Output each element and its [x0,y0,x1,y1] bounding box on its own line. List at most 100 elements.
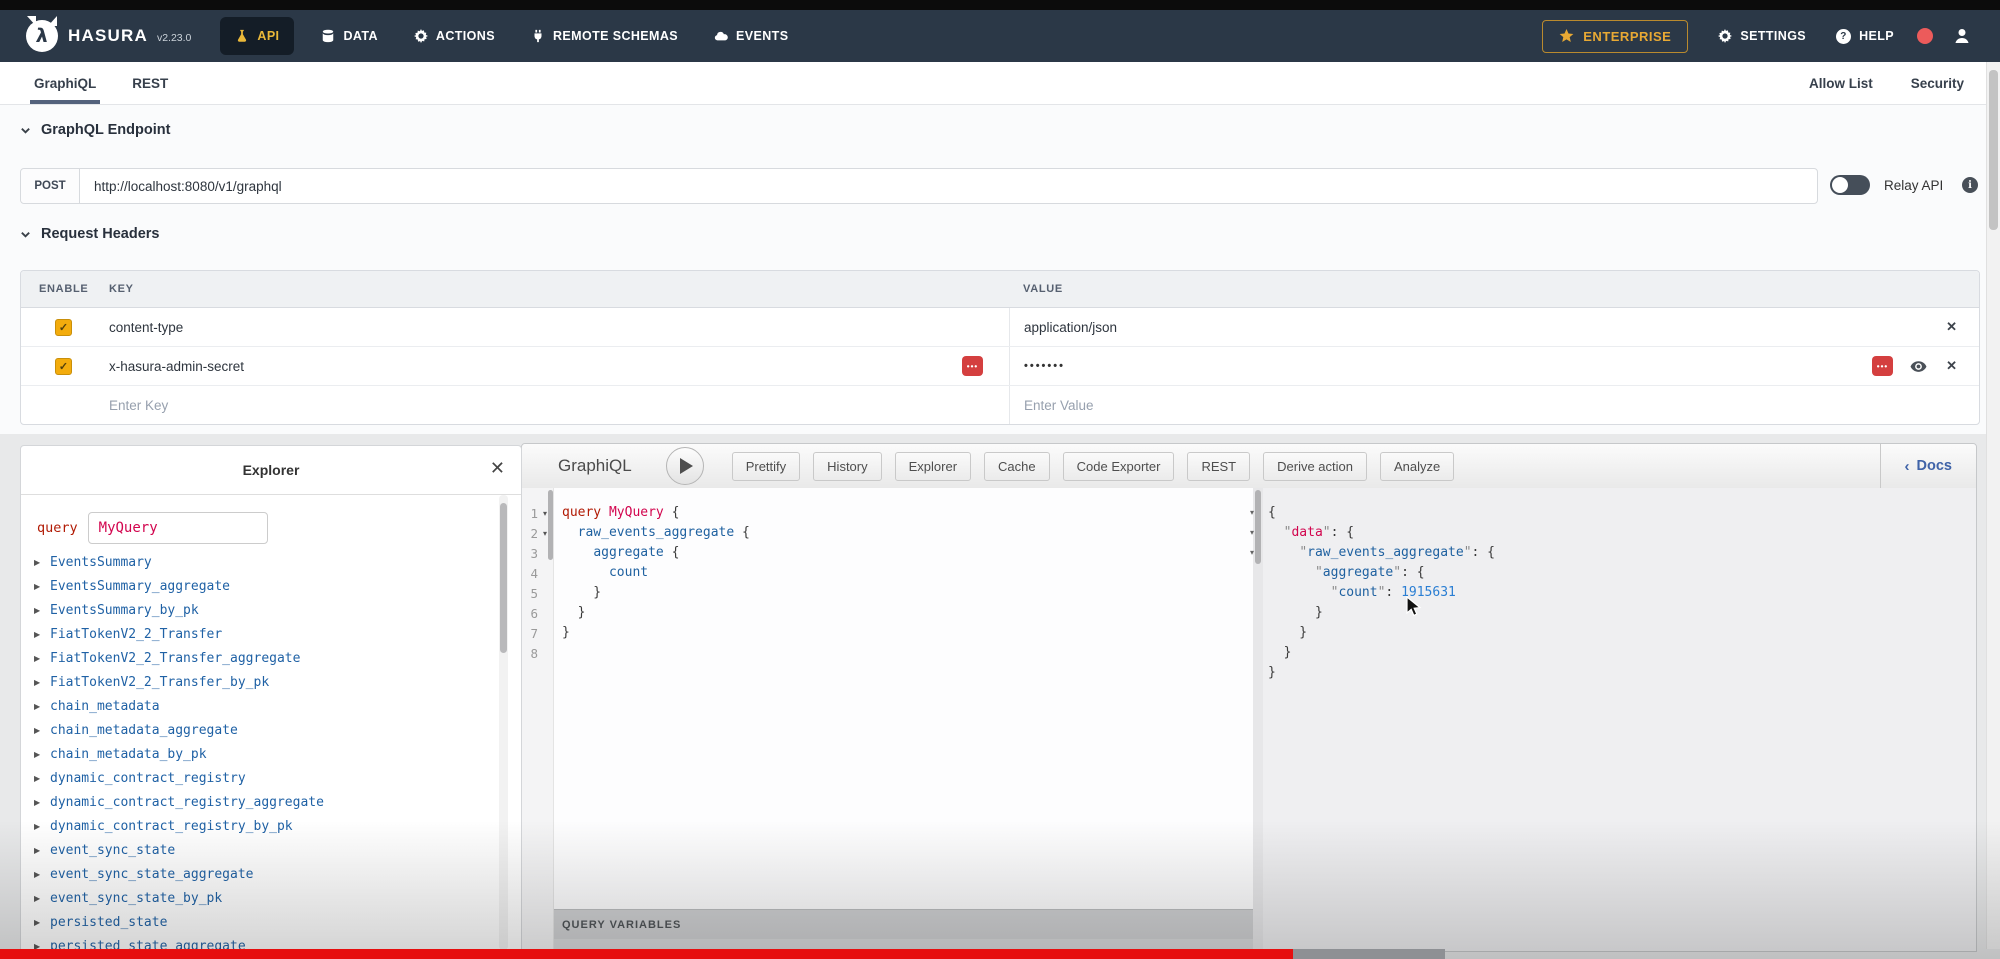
password-extension-icon[interactable]: ••• [962,356,983,376]
explorer-field-persisted_state[interactable]: ▶persisted_state [21,910,501,934]
new-value-input[interactable]: Enter Value [1009,386,1979,424]
explorer-field-EventsSummary[interactable]: ▶EventsSummary [21,550,501,574]
graphql-endpoint-section-toggle[interactable]: GraphQL Endpoint [20,122,170,138]
explorer-field-chain_metadata_by_pk[interactable]: ▶chain_metadata_by_pk [21,742,501,766]
triangle-right-icon: ▶ [34,822,50,831]
fold-arrow-icon[interactable]: ▾ [1244,543,1260,563]
enable-checkbox[interactable]: ✓ [55,358,72,375]
column-header-enable: ENABLE [21,283,89,295]
code-line: raw_events_aggregate { [562,523,1253,543]
value-cell[interactable]: ••••••••••✕ [1009,347,1979,385]
field-label: dynamic_contract_registry [50,771,246,786]
explorer-field-dynamic_contract_registry_aggregate[interactable]: ▶dynamic_contract_registry_aggregate [21,790,501,814]
link-allow-list[interactable]: Allow List [1809,62,1873,104]
toggle-knob [1832,177,1848,193]
version-label: v2.23.0 [157,32,191,44]
editor-scrollbar-thumb[interactable] [548,490,553,560]
new-header-row: Enter KeyEnter Value [21,386,1979,424]
field-label: EventsSummary_aggregate [50,579,230,594]
query-variables-bar[interactable]: QUERY VARIABLES [554,909,1253,939]
code-line: } [562,603,1253,623]
video-progress-played[interactable] [0,949,1293,959]
explorer-field-dynamic_contract_registry_by_pk[interactable]: ▶dynamic_contract_registry_by_pk [21,814,501,838]
explorer-field-FiatTokenV2_2_Transfer[interactable]: ▶FiatTokenV2_2_Transfer [21,622,501,646]
explorer-scrollbar-thumb[interactable] [500,503,507,653]
explorer-field-event_sync_state[interactable]: ▶event_sync_state [21,838,501,862]
code-line: } [562,623,1253,643]
play-icon [680,458,693,474]
gutter-row: 4 [522,563,553,583]
explorer-field-dynamic_contract_registry[interactable]: ▶dynamic_contract_registry [21,766,501,790]
explorer-panel: Explorer ✕ query ▶EventsSummary▶EventsSu… [20,445,522,952]
toolbar-button-code-exporter[interactable]: Code Exporter [1063,452,1175,481]
page-scrollbar-thumb[interactable] [1989,70,1998,230]
tab-graphiql[interactable]: GraphiQL [34,62,96,104]
fold-spacer [1244,583,1260,603]
toolbar-button-history[interactable]: History [813,452,881,481]
toolbar-button-derive-action[interactable]: Derive action [1263,452,1367,481]
enable-checkbox[interactable]: ✓ [55,319,72,336]
help-button[interactable]: ? HELP [1836,29,1894,44]
explorer-query-row: query [37,512,268,544]
tab-rest[interactable]: REST [132,62,168,104]
hasura-logo[interactable]: λ HASURA v2.23.0 [26,20,191,52]
docs-button[interactable]: ‹ Docs [1880,444,1976,488]
nav-item-data[interactable]: DATA [303,10,395,62]
video-progress-buffered[interactable] [1293,949,1445,959]
toolbar-button-analyze[interactable]: Analyze [1380,452,1454,481]
explorer-field-event_sync_state_aggregate[interactable]: ▶event_sync_state_aggregate [21,862,501,886]
table-body: ✓ content-typeapplication/json✕ ✓ x-hasura-… [21,308,1979,424]
query-name-input[interactable] [89,519,261,537]
field-label: event_sync_state [50,843,175,858]
settings-button[interactable]: SETTINGS [1718,29,1806,43]
endpoint-url-input[interactable] [80,178,1817,195]
query-name-field[interactable] [88,512,268,544]
link-security[interactable]: Security [1911,62,1964,104]
nav-item-label: DATA [343,29,377,43]
close-icon[interactable]: ✕ [490,459,505,477]
toolbar-button-rest[interactable]: REST [1187,452,1250,481]
password-extension-icon[interactable]: ••• [1872,356,1893,376]
remove-header-icon[interactable]: ✕ [1946,319,1957,335]
info-icon[interactable]: i [1962,177,1978,193]
eye-icon[interactable] [1910,358,1927,375]
explorer-field-EventsSummary_aggregate[interactable]: ▶EventsSummary_aggregate [21,574,501,598]
nav-item-api[interactable]: API [220,17,294,55]
request-headers-section-toggle[interactable]: Request Headers [20,226,159,242]
remove-header-icon[interactable]: ✕ [1946,358,1957,374]
toolbar-button-prettify[interactable]: Prettify [732,452,800,481]
nav-item-events[interactable]: EVENTS [696,10,806,62]
code-line: } [562,583,1253,603]
explorer-field-event_sync_state_by_pk[interactable]: ▶event_sync_state_by_pk [21,886,501,910]
nav-item-label: ACTIONS [436,29,495,43]
explorer-field-FiatTokenV2_2_Transfer_aggregate[interactable]: ▶FiatTokenV2_2_Transfer_aggregate [21,646,501,670]
database-icon [321,29,335,43]
explorer-field-chain_metadata[interactable]: ▶chain_metadata [21,694,501,718]
explorer-field-EventsSummary_by_pk[interactable]: ▶EventsSummary_by_pk [21,598,501,622]
field-label: EventsSummary_by_pk [50,603,199,618]
fold-arrow-icon[interactable]: ▾ [1244,523,1260,543]
query-editor[interactable]: query MyQuery { raw_events_aggregate { a… [554,488,1253,909]
page-scrollbar-track[interactable] [1986,62,2000,949]
execute-query-button[interactable] [666,447,704,485]
explorer-field-chain_metadata_aggregate[interactable]: ▶chain_metadata_aggregate [21,718,501,742]
fold-arrow-icon[interactable]: ▾ [1244,503,1260,523]
chevron-left-icon: ‹ [1905,458,1910,475]
toolbar-button-cache[interactable]: Cache [984,452,1050,481]
triangle-right-icon: ▶ [34,750,50,759]
toolbar-button-explorer[interactable]: Explorer [895,452,971,481]
enterprise-button[interactable]: ENTERPRISE [1542,20,1688,53]
fold-spacer [1244,643,1260,663]
key-cell[interactable]: x-hasura-admin-secret••• [89,347,1009,385]
primary-nav: API DATA ACTIONS REMOTE SCHEMASEVENTS [211,10,806,62]
explorer-field-FiatTokenV2_2_Transfer_by_pk[interactable]: ▶FiatTokenV2_2_Transfer_by_pk [21,670,501,694]
relay-api-toggle[interactable] [1830,175,1870,195]
gutter-row: 7 [522,623,553,643]
new-key-input[interactable]: Enter Key [89,386,1009,424]
key-cell[interactable]: content-type [89,308,1009,346]
value-cell[interactable]: application/json✕ [1009,308,1979,346]
user-icon[interactable] [1954,28,1970,44]
field-label: dynamic_contract_registry_aggregate [50,795,324,810]
nav-item-remote-schemas[interactable]: REMOTE SCHEMAS [513,10,696,62]
nav-item-actions[interactable]: ACTIONS [396,10,513,62]
